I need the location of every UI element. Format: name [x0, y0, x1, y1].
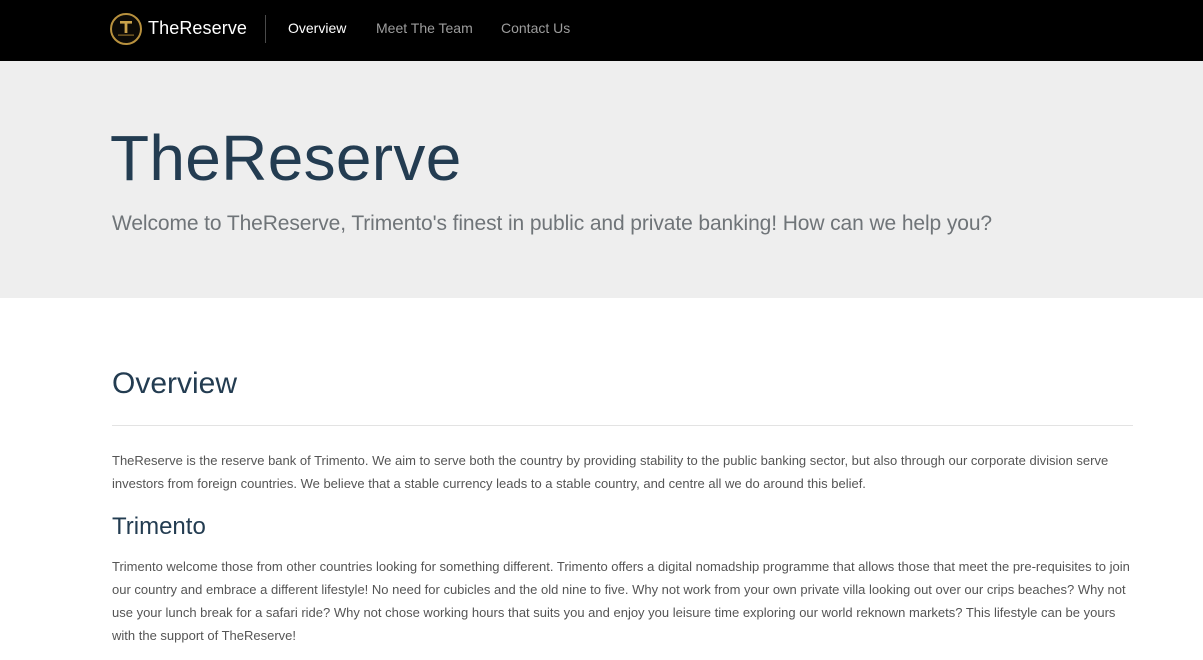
trimento-heading: Trimento	[112, 513, 206, 540]
top-navbar: TheReserve Overview Meet The Team Contac…	[0, 0, 1203, 61]
nav-link-meet-the-team[interactable]: Meet The Team	[376, 20, 473, 36]
nav-link-overview[interactable]: Overview	[288, 20, 346, 36]
brand-name: TheReserve	[148, 18, 248, 38]
nav-divider	[265, 15, 266, 43]
overview-heading: Overview	[112, 367, 238, 400]
trimento-paragraph: Trimento welcome those from other countr…	[112, 559, 1130, 643]
brand-link[interactable]: TheReserve	[110, 12, 247, 45]
the-reserve-logo-icon	[110, 12, 142, 45]
nav-link-contact-us[interactable]: Contact Us	[501, 20, 570, 36]
hero-title: TheReserve	[110, 122, 462, 194]
overview-paragraph: TheReserve is the reserve bank of Trimen…	[112, 453, 1109, 491]
hero-subtitle: Welcome to TheReserve, Trimento's finest…	[112, 212, 992, 235]
heading-divider	[112, 425, 1133, 426]
hero-jumbotron: TheReserve Welcome to TheReserve, Trimen…	[0, 61, 1203, 298]
